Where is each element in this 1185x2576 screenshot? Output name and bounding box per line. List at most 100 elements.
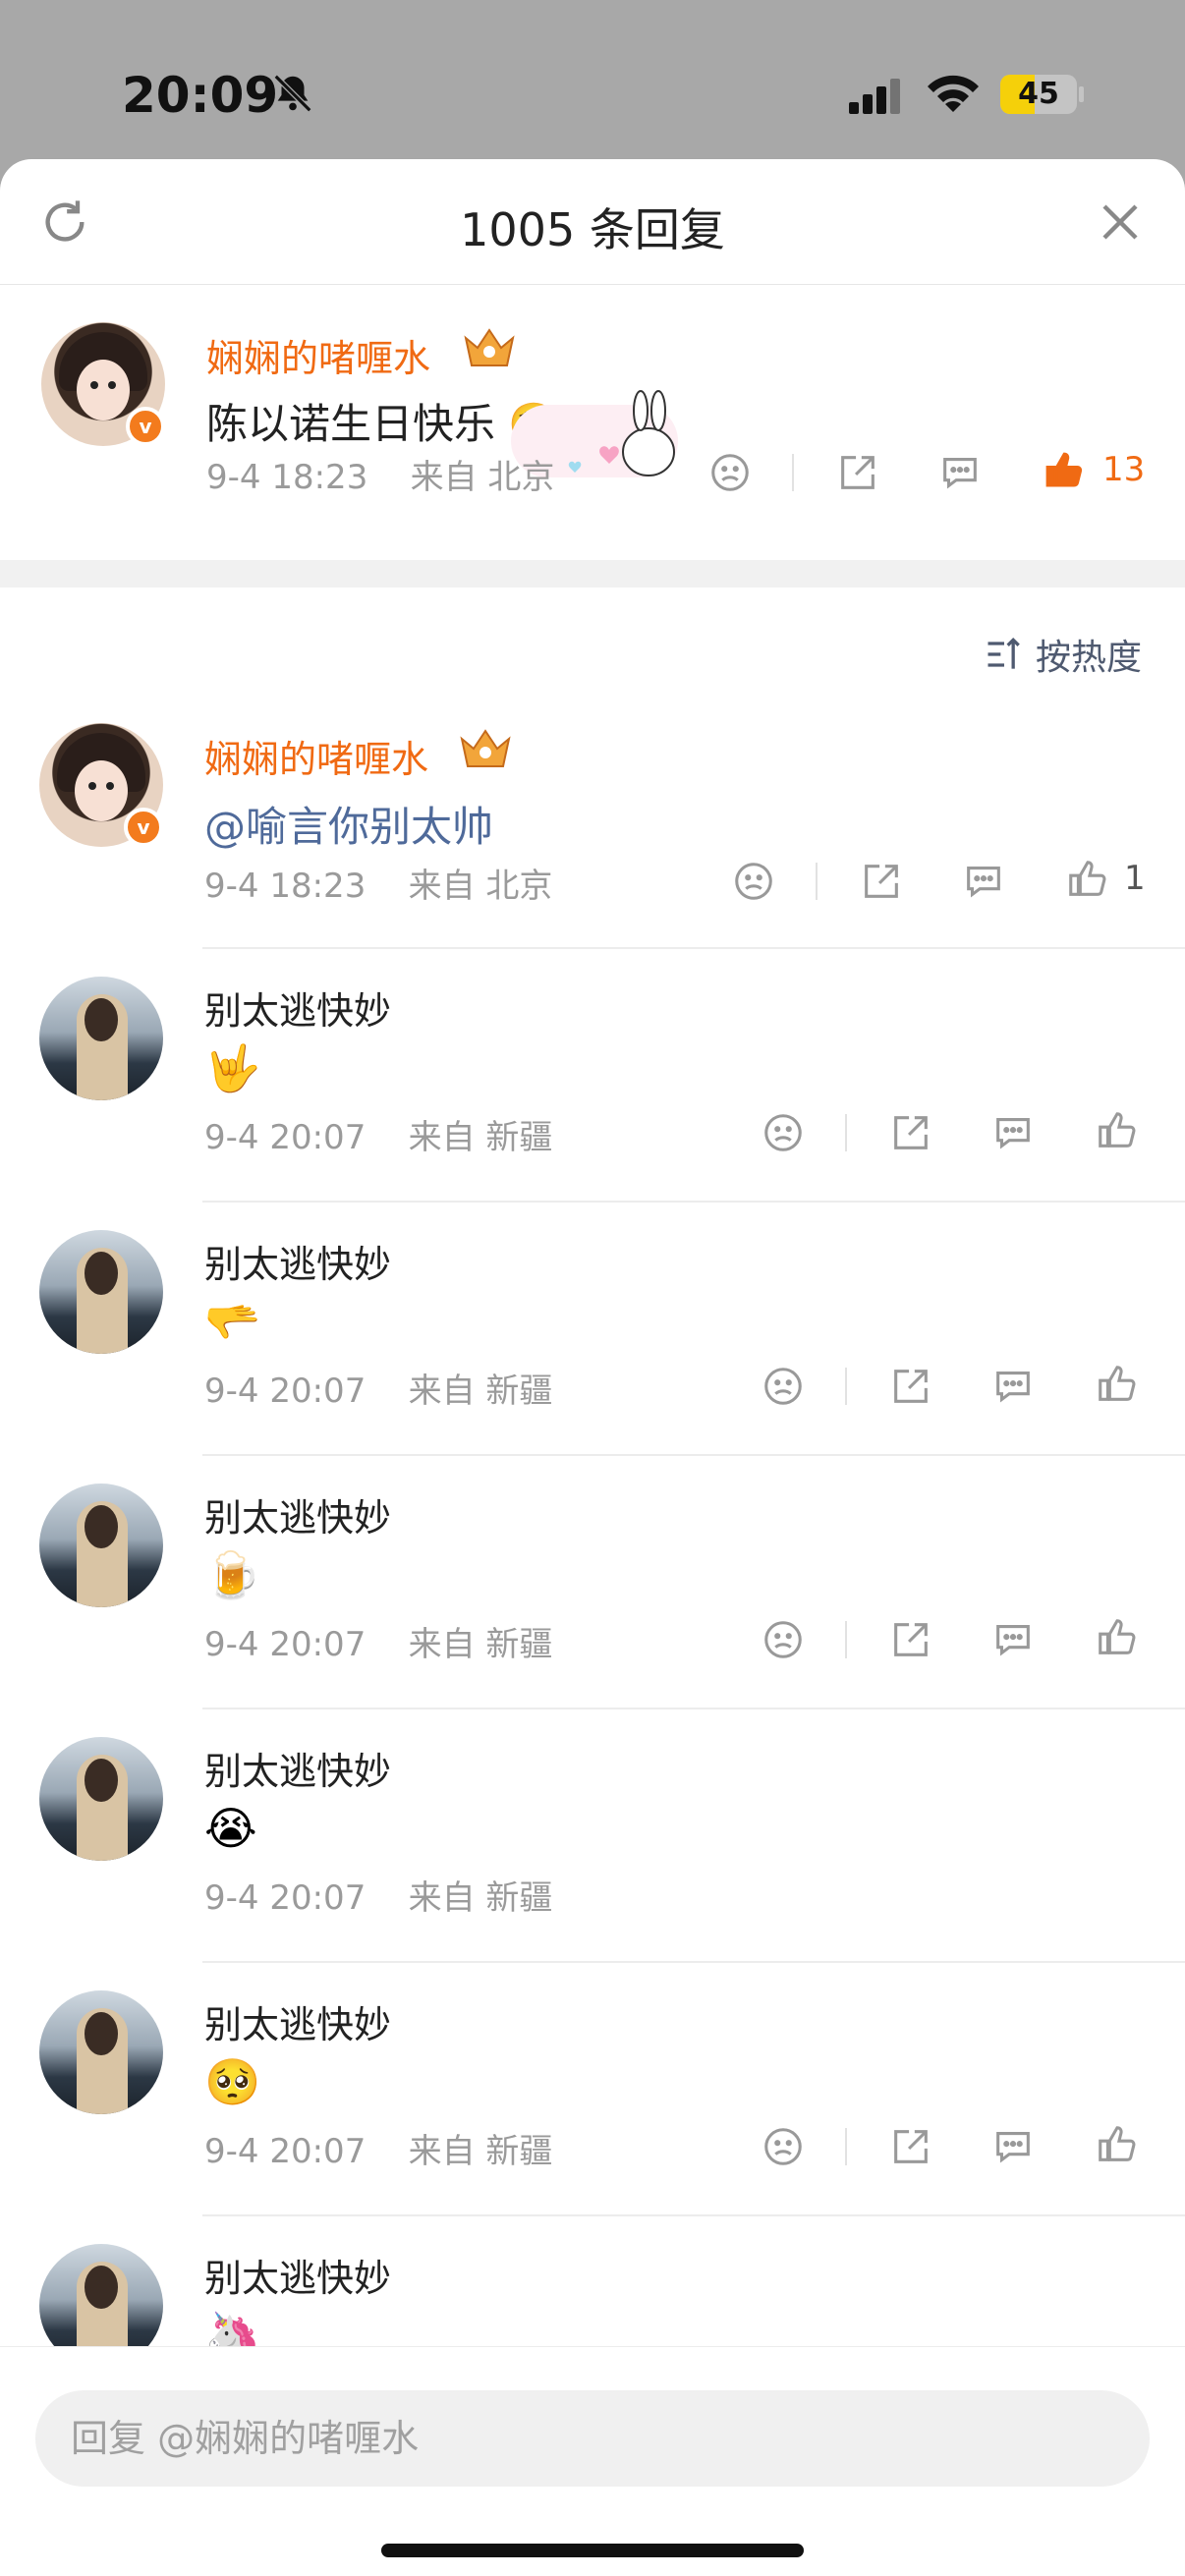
action-separator (845, 1114, 847, 1151)
close-icon[interactable] (1097, 198, 1144, 246)
verified-badge-icon: v (126, 407, 165, 446)
avatar-head (85, 998, 118, 1041)
sheet-title: 1005 条回复 (460, 203, 725, 256)
avatar-eye (88, 782, 96, 790)
comment-text-body: 陈以诺生日快乐 (206, 400, 496, 448)
share-icon[interactable] (835, 450, 880, 495)
avatar[interactable] (39, 1990, 163, 2114)
avatar-head (85, 1505, 118, 1548)
like-icon[interactable] (1095, 1615, 1140, 1660)
comment-source: 来自 新疆 (408, 1118, 553, 1157)
comment-icon[interactable] (961, 859, 1006, 904)
comment-time: 9-4 18:23 (204, 867, 367, 906)
like-icon[interactable] (1095, 2122, 1140, 2167)
comment-source: 来自 新疆 (408, 1372, 553, 1411)
wifi-icon (928, 75, 979, 112)
like-icon[interactable] (1065, 857, 1110, 902)
dislike-icon[interactable] (707, 450, 753, 495)
sort-button[interactable]: 按热度 (983, 629, 1150, 678)
share-icon[interactable] (859, 859, 904, 904)
avatar[interactable] (39, 1230, 163, 1354)
avatar-eye (106, 782, 114, 790)
comment-time: 9-4 20:07 (204, 2132, 367, 2171)
action-separator (845, 2128, 847, 2165)
action-separator (845, 1368, 847, 1405)
comment-meta: 9-4 20:07 来自 新疆 (204, 2124, 552, 2172)
comment-meta: 9-4 20:07 来自 新疆 (204, 1110, 552, 1158)
replies-sheet: 1005 条回复 v 娴娴的啫喱水 陈以诺生日快乐 🥺 (0, 159, 1185, 2576)
comment-emoji: 😭 (204, 1802, 257, 1855)
battery-percent: 45 (1018, 77, 1059, 111)
status-bar: 20:09 45 (0, 0, 1185, 159)
crown-icon (464, 328, 515, 366)
comment-icon[interactable] (990, 2124, 1036, 2169)
avatar-face (75, 760, 128, 821)
comment-time: 9-4 20:07 (204, 1878, 367, 1918)
username[interactable]: 别太逃快妙 (204, 1234, 391, 1288)
avatar[interactable] (39, 977, 163, 1100)
like-icon[interactable] (1042, 448, 1087, 493)
reply-input[interactable]: 回复 @娴娴的啫喱水 (35, 2390, 1150, 2487)
comment-time: 9-4 20:07 (204, 1118, 367, 1157)
username[interactable]: 娴娴的啫喱水 (206, 328, 430, 382)
comment-icon[interactable] (990, 1364, 1036, 1409)
dislike-icon[interactable] (761, 1364, 806, 1409)
row-divider (202, 1961, 1185, 1963)
share-icon[interactable] (888, 2124, 933, 2169)
section-divider (0, 560, 1185, 588)
dislike-icon[interactable] (761, 1617, 806, 1662)
avatar-face (77, 360, 130, 420)
dislike-icon[interactable] (731, 859, 776, 904)
dislike-icon[interactable] (761, 1110, 806, 1155)
comment-source: 来自 北京 (408, 867, 553, 906)
avatar[interactable] (39, 1737, 163, 1861)
username[interactable]: 别太逃快妙 (204, 980, 391, 1035)
like-count: 1 (1124, 859, 1146, 898)
comment-source: 来自 新疆 (408, 1625, 553, 1664)
mention-link[interactable]: @喻言你别太帅 (204, 794, 493, 854)
battery-icon: 45 (1000, 75, 1077, 114)
username[interactable]: 娴娴的啫喱水 (204, 729, 428, 783)
reply-composer: 回复 @娴娴的啫喱水 (0, 2346, 1185, 2576)
share-icon[interactable] (888, 1617, 933, 1662)
share-icon[interactable] (888, 1110, 933, 1155)
dislike-icon[interactable] (761, 2124, 806, 2169)
row-divider (202, 1201, 1185, 1203)
comment-emoji: 🥺 (204, 2055, 261, 2108)
username[interactable]: 别太逃快妙 (204, 2248, 391, 2302)
sort-icon (988, 637, 1020, 669)
avatar-eye (108, 381, 116, 389)
like-icon[interactable] (1095, 1362, 1140, 1407)
avatar-head (85, 1252, 118, 1295)
username[interactable]: 别太逃快妙 (204, 1994, 391, 2048)
comment-text: 陈以诺生日快乐 🥺 (206, 391, 560, 451)
comment-source: 来自 新疆 (408, 2132, 553, 2171)
share-icon[interactable] (888, 1364, 933, 1409)
comment-meta: 9-4 20:07 来自 新疆 (204, 1364, 552, 1412)
row-divider (202, 1454, 1185, 1456)
comment-icon[interactable] (990, 1617, 1036, 1662)
comment-meta: 9-4 20:07 来自 新疆 (204, 1871, 552, 1919)
username[interactable]: 别太逃快妙 (204, 1487, 391, 1541)
sort-label: 按热度 (1036, 638, 1143, 678)
row-divider (202, 947, 1185, 949)
avatar[interactable] (39, 1484, 163, 1607)
row-divider (202, 2214, 1185, 2216)
comment-meta: 9-4 18:23 来自 北京 (204, 859, 552, 907)
comment-source: 来自 北京 (410, 458, 555, 497)
signal-icon (849, 79, 900, 114)
comment-meta: 9-4 18:23 来自 北京 (206, 450, 554, 498)
username[interactable]: 别太逃快妙 (204, 1741, 391, 1795)
action-separator (816, 863, 818, 900)
comment-icon[interactable] (937, 450, 983, 495)
comment-time: 9-4 20:07 (204, 1372, 367, 1411)
verified-badge-icon: v (124, 808, 163, 847)
comment-icon[interactable] (990, 1110, 1036, 1155)
sheet-header: 1005 条回复 (0, 159, 1185, 285)
comment-emoji: 🤟 (204, 1041, 261, 1094)
avatar-head (85, 2266, 118, 2309)
like-icon[interactable] (1095, 1108, 1140, 1153)
comment-source: 来自 新疆 (408, 1878, 553, 1918)
comment-meta: 9-4 20:07 来自 新疆 (204, 1617, 552, 1665)
comment-time: 9-4 20:07 (204, 1625, 367, 1664)
